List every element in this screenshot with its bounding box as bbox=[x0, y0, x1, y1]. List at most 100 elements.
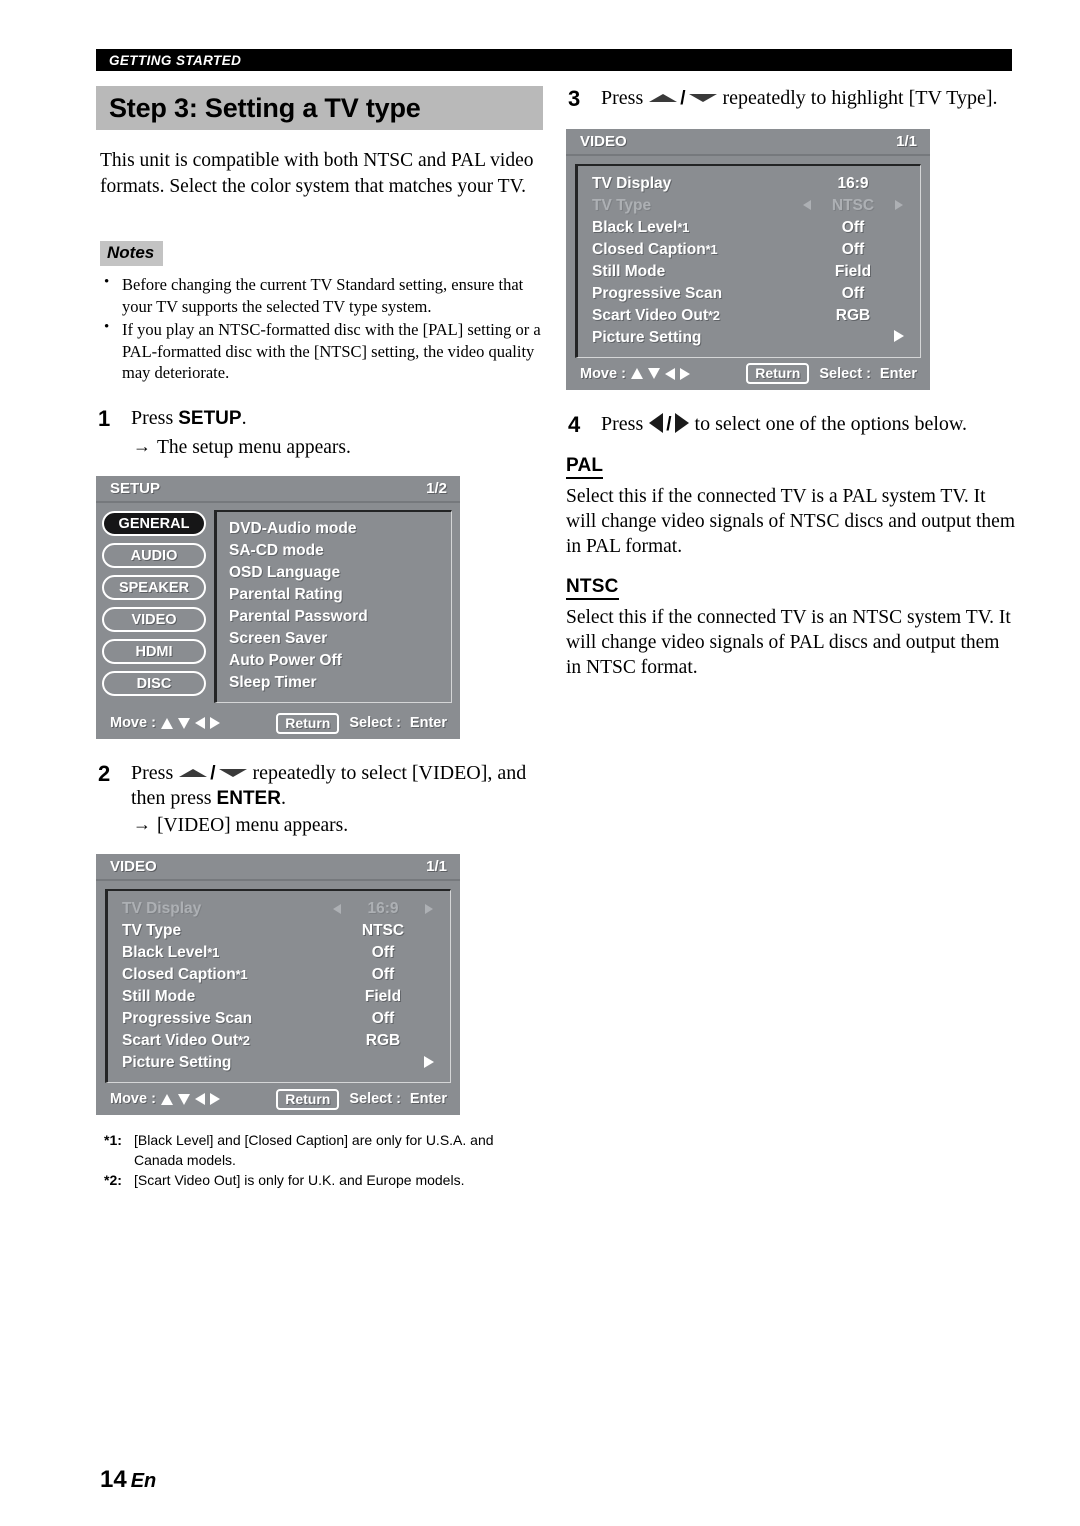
arrow-left-icon bbox=[664, 367, 675, 380]
step-3-text-before: Press bbox=[601, 87, 649, 109]
row-value: 16:9 bbox=[367, 900, 399, 918]
row-value: RGB bbox=[835, 306, 871, 324]
arrow-down-icon bbox=[177, 1093, 190, 1105]
arrow-down-icon bbox=[688, 94, 717, 102]
arrow-up-icon bbox=[160, 1093, 173, 1105]
table-row[interactable]: Scart Video Out*2 RGB bbox=[108, 1030, 450, 1052]
move-label: Move : bbox=[110, 1091, 156, 1108]
step-4-number: 4 bbox=[568, 411, 581, 437]
row-label: Closed Caption*1 bbox=[122, 966, 248, 984]
footnote-1-text: [Black Level] and [Closed Caption] are o… bbox=[134, 1132, 494, 1168]
table-row[interactable]: Scart Video Out*2 RGB bbox=[578, 305, 920, 327]
step-1-result-text: The setup menu appears. bbox=[157, 437, 351, 458]
step-2-number: 2 bbox=[98, 761, 111, 787]
table-row[interactable]: TV Type NTSC bbox=[108, 920, 450, 942]
table-row[interactable]: Picture Setting bbox=[578, 327, 920, 349]
footnote-2-marker: *2: bbox=[104, 1171, 122, 1188]
footnote-1: *1: [Black Level] and [Closed Caption] a… bbox=[104, 1131, 546, 1170]
row-value: Off bbox=[371, 966, 395, 984]
video-menu-1-rows: TV Display 16:9 TV Type NTSC Black Level… bbox=[105, 889, 451, 1084]
row-value: NTSC bbox=[831, 196, 875, 214]
step-4-text: Press / to select one of the options bel… bbox=[601, 412, 1016, 439]
step-2-text-before: Press bbox=[131, 762, 179, 785]
footnote-marker: *1 bbox=[235, 967, 248, 983]
table-row[interactable]: TV Display 16:9 bbox=[108, 898, 450, 920]
table-row[interactable]: Still Mode Field bbox=[108, 986, 450, 1008]
sidebar-item-speaker[interactable]: SPEAKER bbox=[102, 575, 206, 601]
arrow-down-icon bbox=[218, 769, 247, 778]
page-number-value: 14 bbox=[100, 1466, 127, 1493]
video-menu-1-page-indicator: 1/1 bbox=[426, 858, 447, 876]
arrow-left-icon bbox=[194, 717, 205, 730]
step-1-key: SETUP bbox=[178, 408, 242, 430]
table-row[interactable]: Black Level*1 Off bbox=[108, 942, 450, 964]
enter-label: Enter bbox=[409, 1091, 447, 1108]
sidebar-item-disc[interactable]: DISC bbox=[102, 671, 206, 697]
list-item[interactable]: Auto Power Off bbox=[229, 650, 451, 672]
sidebar-item-hdmi[interactable]: HDMI bbox=[102, 639, 206, 665]
table-row[interactable]: Closed Caption*1 Off bbox=[108, 964, 450, 986]
page-title-band: Step 3: Setting a TV type bbox=[96, 86, 543, 130]
table-row[interactable]: Closed Caption*1 Off bbox=[578, 239, 920, 261]
table-row[interactable]: Progressive Scan Off bbox=[578, 283, 920, 305]
table-row[interactable]: TV Type NTSC bbox=[578, 195, 920, 217]
list-item[interactable]: Parental Rating bbox=[229, 584, 451, 606]
video-menu-2-rows: TV Display 16:9 TV Type NTSC Black Level… bbox=[575, 163, 921, 358]
move-hint: Move : bbox=[110, 715, 220, 731]
sidebar-item-audio[interactable]: AUDIO bbox=[102, 543, 206, 569]
move-hint: Move : bbox=[580, 366, 690, 382]
row-value: Field bbox=[364, 988, 402, 1006]
sidebar-item-general[interactable]: GENERAL bbox=[102, 511, 206, 537]
video-menu-2-titlebar: VIDEO 1/1 bbox=[566, 128, 930, 156]
row-label: TV Display bbox=[122, 900, 202, 918]
row-value: Off bbox=[841, 218, 865, 236]
step-4-text-after: to select one of the options below. bbox=[689, 412, 968, 435]
submenu-arrow-icon[interactable] bbox=[890, 329, 908, 346]
list-item[interactable]: SA-CD mode bbox=[229, 540, 451, 562]
arrow-down-icon bbox=[177, 717, 190, 729]
row-value: Off bbox=[371, 1010, 395, 1028]
table-row[interactable]: Picture Setting bbox=[108, 1052, 450, 1074]
return-button[interactable]: Return bbox=[746, 363, 810, 385]
option-pal: PAL Select this if the connected TV is a… bbox=[566, 439, 1016, 560]
video-menu-1-title: VIDEO bbox=[110, 858, 157, 876]
arrow-left-icon bbox=[194, 1093, 205, 1106]
step-3: 3 Press / repeatedly to highlight [TV Ty… bbox=[566, 86, 1016, 113]
return-button[interactable]: Return bbox=[276, 1088, 340, 1110]
list-item[interactable]: OSD Language bbox=[229, 562, 451, 584]
video-menu-2-page-indicator: 1/1 bbox=[896, 132, 917, 150]
list-item[interactable]: Parental Password bbox=[229, 606, 451, 628]
step-3-text-after: repeatedly to highlight [TV Type]. bbox=[717, 87, 998, 109]
step-1-text-before: Press bbox=[131, 407, 179, 430]
table-row[interactable]: Progressive Scan Off bbox=[108, 1008, 450, 1030]
row-label: Closed Caption*1 bbox=[592, 240, 718, 258]
select-label: Select : bbox=[819, 365, 871, 382]
list-item[interactable]: DVD-Audio mode bbox=[229, 518, 451, 540]
arrow-up-icon bbox=[630, 368, 643, 380]
row-value: Off bbox=[841, 284, 865, 302]
list-item[interactable]: Screen Saver bbox=[229, 628, 451, 650]
row-value: 16:9 bbox=[837, 174, 869, 192]
running-header-label: GETTING STARTED bbox=[109, 52, 242, 68]
arrow-left-icon[interactable] bbox=[798, 198, 816, 213]
arrow-left-icon[interactable] bbox=[328, 902, 346, 917]
sidebar-item-video[interactable]: VIDEO bbox=[102, 607, 206, 633]
arrow-right-icon[interactable] bbox=[890, 198, 908, 213]
arrow-up-icon bbox=[179, 769, 208, 778]
table-row[interactable]: Still Mode Field bbox=[578, 261, 920, 283]
footnote-marker: *1 bbox=[705, 241, 718, 257]
submenu-arrow-icon[interactable] bbox=[420, 1055, 438, 1072]
setup-item-list: DVD-Audio mode SA-CD mode OSD Language P… bbox=[214, 510, 452, 704]
arrow-right-icon[interactable] bbox=[420, 902, 438, 917]
video-menu-1-titlebar: VIDEO 1/1 bbox=[96, 854, 460, 882]
option-pal-body: Select this if the connected TV is a PAL… bbox=[566, 485, 1015, 558]
row-label: Scart Video Out*2 bbox=[122, 1032, 250, 1050]
video-menu-1-screenshot: VIDEO 1/1 TV Display 16:9 TV Type NTSC B… bbox=[96, 854, 460, 1116]
page-language-code: En bbox=[130, 1470, 157, 1492]
table-row[interactable]: Black Level*1 Off bbox=[578, 217, 920, 239]
return-button[interactable]: Return bbox=[276, 712, 340, 734]
list-item[interactable]: Sleep Timer bbox=[229, 672, 451, 694]
row-value: NTSC bbox=[361, 922, 405, 940]
notes-badge: Notes bbox=[100, 241, 164, 267]
table-row[interactable]: TV Display 16:9 bbox=[578, 173, 920, 195]
